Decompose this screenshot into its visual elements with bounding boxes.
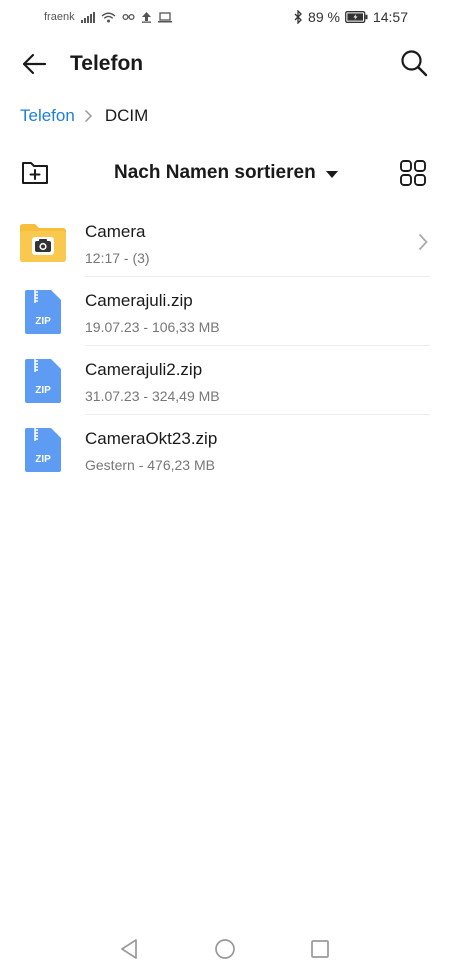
- breadcrumb-item-dcim[interactable]: DCIM: [105, 106, 148, 126]
- file-meta: 12:17 - (3): [85, 250, 150, 266]
- zip-file-icon: ZIP: [18, 356, 68, 406]
- nav-recents-button[interactable]: [305, 936, 335, 966]
- carrier-name: fraenk: [44, 11, 75, 23]
- sort-dropdown[interactable]: Nach Namen sortieren: [114, 162, 338, 184]
- back-triangle-icon: [119, 938, 139, 965]
- back-button[interactable]: [16, 48, 52, 84]
- new-folder-button[interactable]: [18, 158, 52, 192]
- grid-view-button[interactable]: [396, 158, 430, 192]
- home-circle-icon: [214, 938, 236, 965]
- chevron-right-icon: [418, 233, 428, 256]
- laptop-icon: [157, 11, 172, 23]
- app-bar: Telefon: [0, 40, 450, 90]
- status-left: fraenk: [44, 11, 172, 23]
- recents-square-icon: [310, 939, 330, 964]
- clock: 14:57: [372, 9, 408, 25]
- file-meta: 19.07.23 - 106,33 MB: [85, 319, 220, 335]
- search-button[interactable]: [396, 47, 432, 83]
- breadcrumb: Telefon DCIM: [20, 106, 148, 126]
- wifi-icon: [101, 12, 116, 23]
- chevron-right-icon: [84, 109, 93, 123]
- back-arrow-icon: [21, 53, 47, 80]
- toolbar: Nach Namen sortieren: [0, 154, 450, 196]
- system-nav-bar: [0, 930, 450, 970]
- file-meta: Gestern - 476,23 MB: [85, 457, 215, 473]
- search-icon: [400, 49, 428, 82]
- battery-icon: [345, 11, 368, 23]
- nav-home-button[interactable]: [210, 936, 240, 966]
- zip-file-icon: ZIP: [18, 425, 68, 475]
- upload-icon: [141, 11, 152, 23]
- nav-back-button[interactable]: [114, 936, 144, 966]
- list-item-file[interactable]: ZIP CameraOkt23.zip Gestern - 476,23 MB: [0, 415, 450, 484]
- file-list: Camera 12:17 - (3) ZIP Camerajuli.zip 19…: [0, 208, 450, 484]
- list-item-file[interactable]: ZIP Camerajuli.zip 19.07.23 - 106,33 MB: [0, 277, 450, 346]
- data-saver-icon: [122, 13, 135, 21]
- sort-label: Nach Namen sortieren: [114, 162, 316, 183]
- file-meta: 31.07.23 - 324,49 MB: [85, 388, 220, 404]
- file-name: Camerajuli.zip: [85, 291, 193, 310]
- bluetooth-icon: [294, 10, 303, 24]
- status-bar: fraenk 89 % 14:57: [0, 0, 450, 34]
- zip-badge: ZIP: [35, 316, 51, 327]
- file-name: Camera: [85, 222, 146, 241]
- new-folder-icon: [20, 160, 50, 191]
- list-item-file[interactable]: ZIP Camerajuli2.zip 31.07.23 - 324,49 MB: [0, 346, 450, 415]
- file-name: CameraOkt23.zip: [85, 429, 218, 448]
- status-right: 89 % 14:57: [294, 9, 408, 25]
- zip-badge: ZIP: [35, 385, 51, 396]
- list-item-folder-camera[interactable]: Camera 12:17 - (3): [0, 208, 450, 277]
- breadcrumb-item-telefon[interactable]: Telefon: [20, 106, 75, 126]
- zip-badge: ZIP: [35, 454, 51, 465]
- camera-folder-icon: [18, 218, 68, 268]
- sort-caret-icon: [325, 170, 338, 178]
- page-title: Telefon: [70, 52, 144, 75]
- battery-percent: 89 %: [308, 9, 340, 25]
- signal-icon: [80, 11, 95, 23]
- grid-view-icon: [399, 159, 427, 192]
- file-name: Camerajuli2.zip: [85, 360, 203, 379]
- zip-file-icon: ZIP: [18, 287, 68, 337]
